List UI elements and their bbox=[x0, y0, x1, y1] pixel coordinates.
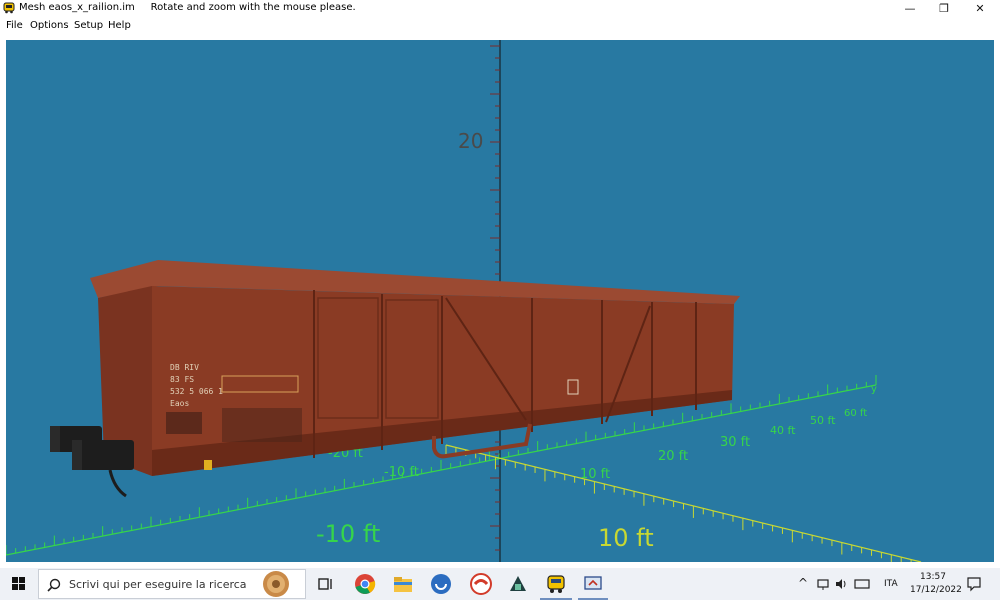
search-input[interactable]: Scrivi qui per eseguire la ricerca bbox=[38, 569, 306, 599]
taskbar: Scrivi qui per eseguire la ricerca ^ ITA… bbox=[0, 568, 1000, 600]
menu-setup[interactable]: Setup bbox=[74, 20, 103, 31]
app-dark-icon[interactable] bbox=[505, 571, 531, 597]
freight-wagon-model[interactable]: DB RIV 83 FS 532 5 066 1 Eaos bbox=[50, 260, 740, 498]
search-highlight-icon[interactable] bbox=[249, 570, 303, 598]
menu-file[interactable]: File bbox=[6, 20, 23, 31]
search-icon bbox=[47, 578, 61, 592]
grid-label: 10 ft bbox=[580, 467, 610, 482]
menu-bar: File Options Setup Help bbox=[0, 18, 1000, 34]
grid-label-large: 10 ft bbox=[598, 524, 654, 552]
network-icon[interactable] bbox=[816, 577, 830, 591]
grid-label: 60 ft bbox=[844, 408, 867, 419]
search-placeholder: Scrivi qui per eseguire la ricerca bbox=[69, 578, 247, 591]
menu-options[interactable]: Options bbox=[30, 20, 69, 31]
axis-end-y: y bbox=[871, 384, 877, 395]
chevron-up-icon[interactable]: ^ bbox=[798, 576, 808, 590]
chrome-icon[interactable] bbox=[352, 571, 378, 597]
grid-label-large: -10 ft bbox=[316, 520, 380, 548]
app-window: Mesh eaos_x_railion.im Rotate and zoom w… bbox=[0, 0, 1000, 568]
grid-label: 40 ft bbox=[770, 424, 796, 437]
close-button[interactable]: ✕ bbox=[962, 0, 998, 17]
train-app-icon[interactable] bbox=[543, 571, 569, 597]
app-red-icon[interactable] bbox=[468, 571, 494, 597]
clock-date[interactable]: 17/12/2022 bbox=[910, 585, 962, 595]
app-blue-icon[interactable] bbox=[428, 571, 454, 597]
3d-viewport[interactable]: 20 y -20 ft -10 ft 10 ft 20 ft 30 ft 40 … bbox=[6, 40, 994, 562]
file-explorer-icon[interactable] bbox=[390, 571, 416, 597]
keyboard-icon[interactable] bbox=[854, 577, 870, 591]
maximize-button[interactable]: ❐ bbox=[926, 0, 962, 17]
wagon-marking: 532 5 066 1 bbox=[170, 387, 223, 396]
clock-time[interactable]: 13:57 bbox=[920, 572, 946, 582]
title-file: Mesh eaos_x_railion.im bbox=[19, 2, 135, 13]
train-app-icon bbox=[3, 2, 15, 14]
settings-app-icon[interactable] bbox=[580, 571, 606, 597]
windows-start-icon[interactable] bbox=[0, 568, 38, 600]
volume-icon[interactable] bbox=[834, 577, 848, 591]
window-title: Mesh eaos_x_railion.im Rotate and zoom w… bbox=[19, 2, 356, 13]
grid-label: 30 ft bbox=[720, 435, 750, 450]
notifications-icon[interactable] bbox=[966, 576, 982, 592]
grid-label: 20 ft bbox=[658, 449, 688, 464]
task-view-icon[interactable] bbox=[312, 571, 338, 597]
title-bar[interactable]: Mesh eaos_x_railion.im Rotate and zoom w… bbox=[0, 0, 1000, 17]
minimize-button[interactable]: — bbox=[892, 0, 928, 17]
language-indicator[interactable]: ITA bbox=[884, 579, 898, 589]
axis-label-20: 20 bbox=[458, 129, 483, 153]
grid-label: -10 ft bbox=[384, 465, 419, 480]
grid-label: 50 ft bbox=[810, 414, 836, 427]
wagon-marking: Eaos bbox=[170, 399, 189, 408]
menu-help[interactable]: Help bbox=[108, 20, 131, 31]
wagon-marking: 83 FS bbox=[170, 375, 194, 384]
title-hint: Rotate and zoom with the mouse please. bbox=[150, 2, 356, 13]
wagon-marking: DB RIV bbox=[170, 363, 199, 372]
